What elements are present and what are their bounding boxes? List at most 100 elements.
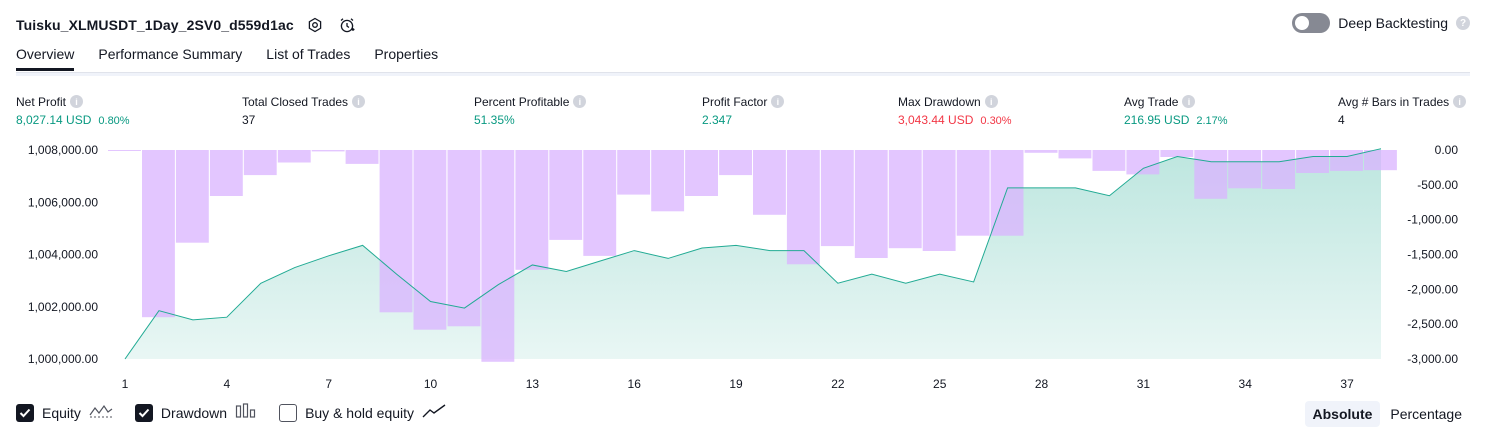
info-icon[interactable]: i bbox=[573, 95, 587, 108]
drawdown-bar bbox=[413, 150, 447, 330]
legend-label: Buy & hold equity bbox=[305, 404, 415, 421]
drawdown-bar bbox=[311, 150, 345, 152]
value-mode-switch: Absolute Percentage bbox=[1304, 401, 1471, 427]
drawdown-bar bbox=[1058, 150, 1092, 159]
drawdown-bar bbox=[854, 150, 888, 258]
drawdown-bar bbox=[719, 150, 752, 176]
info-icon[interactable]: i bbox=[352, 95, 366, 108]
metric-avg-trade: Avg Trade i 216.95 USD 2.17% bbox=[1124, 94, 1228, 128]
drawdown-bar bbox=[990, 150, 1024, 236]
x-tick-label: 4 bbox=[223, 377, 230, 388]
metric-value: 216.95 USD bbox=[1124, 113, 1190, 127]
metric-total-closed-trades: Total Closed Trades i 37 bbox=[242, 94, 366, 127]
tab-list-of-trades[interactable]: List of Trades bbox=[266, 46, 350, 71]
info-icon[interactable]: i bbox=[70, 95, 84, 108]
drawdown-bar bbox=[888, 150, 922, 249]
drawdown-bar bbox=[1126, 150, 1160, 175]
strategy-title: Tuisku_XLMUSDT_1Day_2SV0_d559d1ac bbox=[16, 17, 294, 33]
drawdown-bar bbox=[277, 150, 311, 163]
alert-clock-icon[interactable] bbox=[336, 14, 358, 36]
metric-label: Profit Factor bbox=[702, 94, 768, 109]
tab-properties[interactable]: Properties bbox=[374, 46, 438, 71]
drawdown-bar bbox=[820, 150, 854, 247]
buy-hold-line-icon bbox=[422, 403, 446, 422]
info-icon[interactable]: i bbox=[771, 95, 785, 108]
equity-checkbox[interactable] bbox=[16, 403, 34, 422]
y-left-tick-label: 1,002,000.00 bbox=[28, 300, 98, 314]
deep-backtesting-toggle[interactable] bbox=[1292, 13, 1331, 33]
drawdown-checkbox[interactable] bbox=[134, 403, 153, 422]
drawdown-bars-icon bbox=[235, 403, 257, 422]
drawdown-bar bbox=[1364, 150, 1397, 171]
metric-value: 2.347 bbox=[702, 113, 733, 127]
legend-label: Equity bbox=[42, 404, 81, 421]
drawdown-bar bbox=[243, 150, 277, 176]
y-left-tick-label: 1,008,000.00 bbox=[28, 143, 98, 157]
help-icon[interactable]: ? bbox=[1456, 16, 1470, 30]
x-tick-label: 10 bbox=[424, 377, 438, 388]
tabs-divider bbox=[16, 72, 1470, 73]
metric-label: Net Profit bbox=[16, 94, 67, 109]
legend-buy-hold[interactable]: Buy & hold equity bbox=[279, 403, 446, 422]
tab-overview[interactable]: Overview bbox=[16, 46, 75, 71]
y-right-tick-label: -2,000.00 bbox=[1407, 282, 1458, 296]
y-right-tick-label: -2,500.00 bbox=[1407, 317, 1458, 331]
equity-drawdown-chart[interactable]: 1,008,000.00 1,006,000.00 1,004,000.00 1,00… bbox=[0, 138, 1486, 388]
metric-label: Max Drawdown bbox=[898, 94, 981, 109]
settings-icon[interactable] bbox=[304, 14, 326, 36]
metric-value: 51.35% bbox=[474, 113, 515, 127]
metric-label: Avg Trade bbox=[1124, 94, 1179, 109]
drawdown-bar bbox=[481, 150, 515, 362]
tabs-underline-band bbox=[16, 73, 1470, 76]
y-right-tick-label: -1,500.00 bbox=[1407, 248, 1458, 262]
metric-percent: 2.17% bbox=[1196, 115, 1228, 127]
y-left-tick-label: 1,006,000.00 bbox=[28, 195, 98, 209]
drawdown-bar bbox=[515, 150, 549, 270]
legend-drawdown[interactable]: Drawdown bbox=[134, 403, 257, 422]
drawdown-bar bbox=[108, 150, 141, 151]
x-tick-label: 31 bbox=[1137, 377, 1151, 388]
info-icon[interactable]: i bbox=[1453, 95, 1467, 108]
y-right-tick-label: -1,000.00 bbox=[1407, 213, 1458, 227]
info-icon[interactable]: i bbox=[984, 95, 998, 108]
drawdown-bar bbox=[549, 150, 583, 240]
drawdown-bar bbox=[617, 150, 651, 195]
drawdown-bar bbox=[1228, 150, 1262, 189]
x-tick-label: 34 bbox=[1239, 377, 1253, 388]
drawdown-bar bbox=[1262, 150, 1296, 189]
x-tick-label: 13 bbox=[526, 377, 540, 388]
metric-max-drawdown: Max Drawdown i 3,043.44 USD 0.30% bbox=[898, 94, 1012, 128]
drawdown-bar bbox=[685, 150, 718, 196]
drawdown-bar bbox=[1024, 150, 1058, 153]
metric-value: 3,043.44 USD bbox=[898, 113, 974, 127]
report-tabs: Overview Performance Summary List of Tra… bbox=[16, 46, 438, 71]
y-right-tick-label: 0.00 bbox=[1435, 143, 1459, 157]
chart-legend: Equity Drawdown Buy & hold equity bbox=[16, 403, 446, 422]
buy-hold-checkbox[interactable] bbox=[279, 403, 298, 422]
drawdown-bar bbox=[1296, 150, 1329, 173]
metric-label: Total Closed Trades bbox=[242, 94, 349, 109]
x-tick-label: 22 bbox=[831, 377, 845, 388]
drawdown-bar bbox=[379, 150, 413, 313]
toggle-knob bbox=[1295, 16, 1310, 30]
y-left-tick-label: 1,004,000.00 bbox=[28, 248, 98, 262]
metric-percent: 0.30% bbox=[980, 115, 1012, 127]
drawdown-bar bbox=[651, 150, 685, 212]
mode-absolute-button[interactable]: Absolute bbox=[1304, 401, 1381, 427]
deep-backtesting: Deep Backtesting ? bbox=[1292, 13, 1470, 33]
metric-percent: 0.80% bbox=[98, 115, 130, 127]
metric-profit-factor: Profit Factor i 2.347 bbox=[702, 94, 785, 127]
metric-value: 8,027.14 USD bbox=[16, 113, 92, 127]
metric-label: Percent Profitable bbox=[474, 94, 570, 109]
drawdown-bar bbox=[922, 150, 956, 251]
equity-line-icon bbox=[89, 403, 113, 422]
x-tick-label: 1 bbox=[122, 377, 129, 388]
metric-net-profit: Net Profit i 8,027.14 USD 0.80% bbox=[16, 94, 130, 128]
drawdown-bar bbox=[786, 150, 820, 265]
deep-backtesting-label: Deep Backtesting bbox=[1338, 15, 1448, 31]
metric-value: 37 bbox=[242, 113, 256, 127]
tab-performance-summary[interactable]: Performance Summary bbox=[98, 46, 242, 71]
info-icon[interactable]: i bbox=[1182, 95, 1196, 108]
legend-equity[interactable]: Equity bbox=[16, 403, 113, 422]
mode-percentage-button[interactable]: Percentage bbox=[1382, 401, 1470, 427]
